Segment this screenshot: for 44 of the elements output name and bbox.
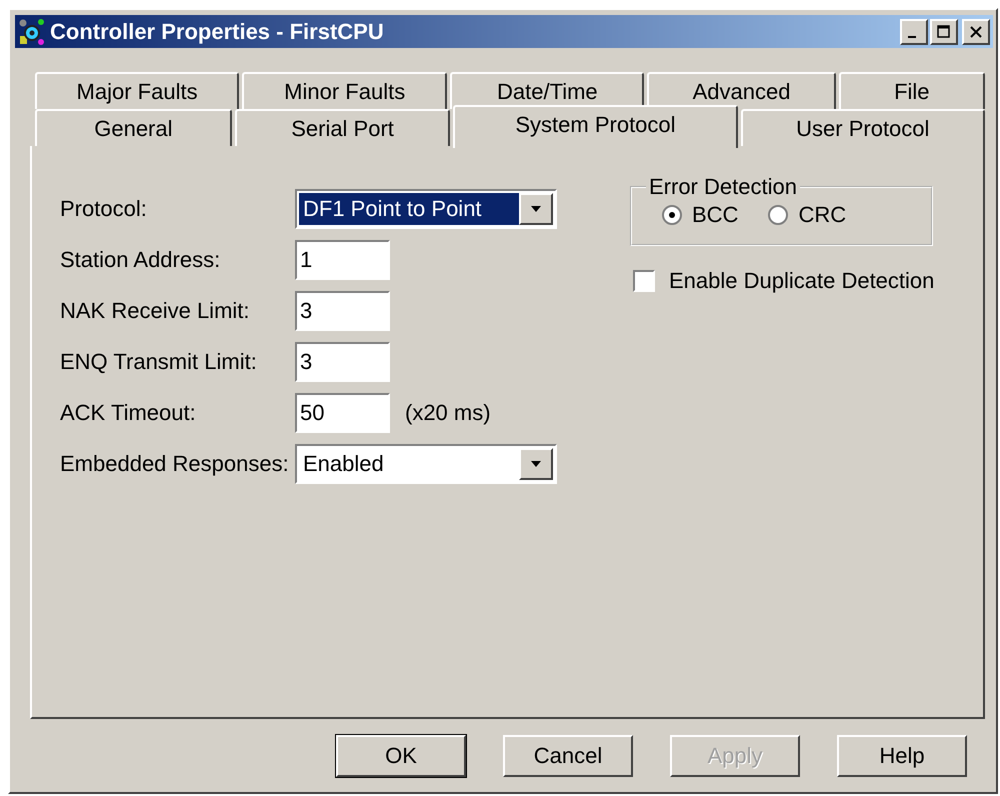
input-field[interactable]: 50 bbox=[295, 393, 390, 433]
close-button[interactable] bbox=[962, 18, 990, 44]
field-label: ACK Timeout: bbox=[60, 400, 197, 426]
radio-label: CRC bbox=[798, 202, 846, 228]
caret-icon bbox=[530, 205, 542, 213]
gear-icon bbox=[18, 18, 46, 46]
field-label: ENQ Transmit Limit: bbox=[60, 349, 258, 375]
maximize-button[interactable] bbox=[930, 18, 958, 44]
tab[interactable]: Minor Faults bbox=[242, 72, 448, 109]
input-field[interactable]: 1 bbox=[295, 240, 390, 280]
tab[interactable]: System Protocol bbox=[453, 105, 738, 148]
dropdown[interactable]: Enabled bbox=[295, 444, 557, 484]
radio-button[interactable] bbox=[768, 205, 788, 225]
tab[interactable]: File bbox=[838, 72, 985, 109]
field-label: NAK Receive Limit: bbox=[60, 298, 251, 324]
radio-label: BCC bbox=[692, 202, 738, 228]
input-field[interactable]: 3 bbox=[295, 342, 390, 382]
checkbox[interactable] bbox=[633, 270, 655, 292]
field-label: Protocol: bbox=[60, 196, 148, 222]
dropdown[interactable]: DF1 Point to Point bbox=[295, 189, 557, 229]
minimize-icon bbox=[908, 36, 916, 38]
dropdown-value: Enabled bbox=[302, 450, 385, 478]
dropdown-arrow-button[interactable] bbox=[519, 193, 553, 225]
dialog-button[interactable]: OK bbox=[336, 735, 466, 777]
dialog-button[interactable]: Help bbox=[837, 735, 967, 777]
unit-label: (x20 ms) bbox=[405, 400, 491, 426]
minimize-button[interactable] bbox=[900, 18, 928, 44]
caret-icon bbox=[530, 460, 542, 468]
dropdown-value: DF1 Point to Point bbox=[299, 193, 519, 225]
checkbox-label: Enable Duplicate Detection bbox=[669, 268, 934, 294]
dropdown-arrow-button[interactable] bbox=[519, 448, 553, 480]
tab[interactable]: Serial Port bbox=[234, 109, 450, 146]
tab[interactable]: Advanced bbox=[647, 72, 836, 109]
tab[interactable]: User Protocol bbox=[740, 109, 985, 146]
field-label: Embedded Responses: bbox=[60, 451, 290, 477]
window-title: Controller Properties - FirstCPU bbox=[50, 18, 385, 44]
maximize-icon bbox=[936, 24, 952, 38]
close-icon bbox=[968, 24, 984, 38]
radio-button[interactable] bbox=[662, 205, 682, 225]
field-label: Station Address: bbox=[60, 247, 222, 273]
tab[interactable]: Major Faults bbox=[35, 72, 240, 109]
dialog-button[interactable]: Cancel bbox=[503, 735, 633, 777]
tab[interactable]: General bbox=[35, 109, 232, 146]
input-field[interactable]: 3 bbox=[295, 291, 390, 331]
